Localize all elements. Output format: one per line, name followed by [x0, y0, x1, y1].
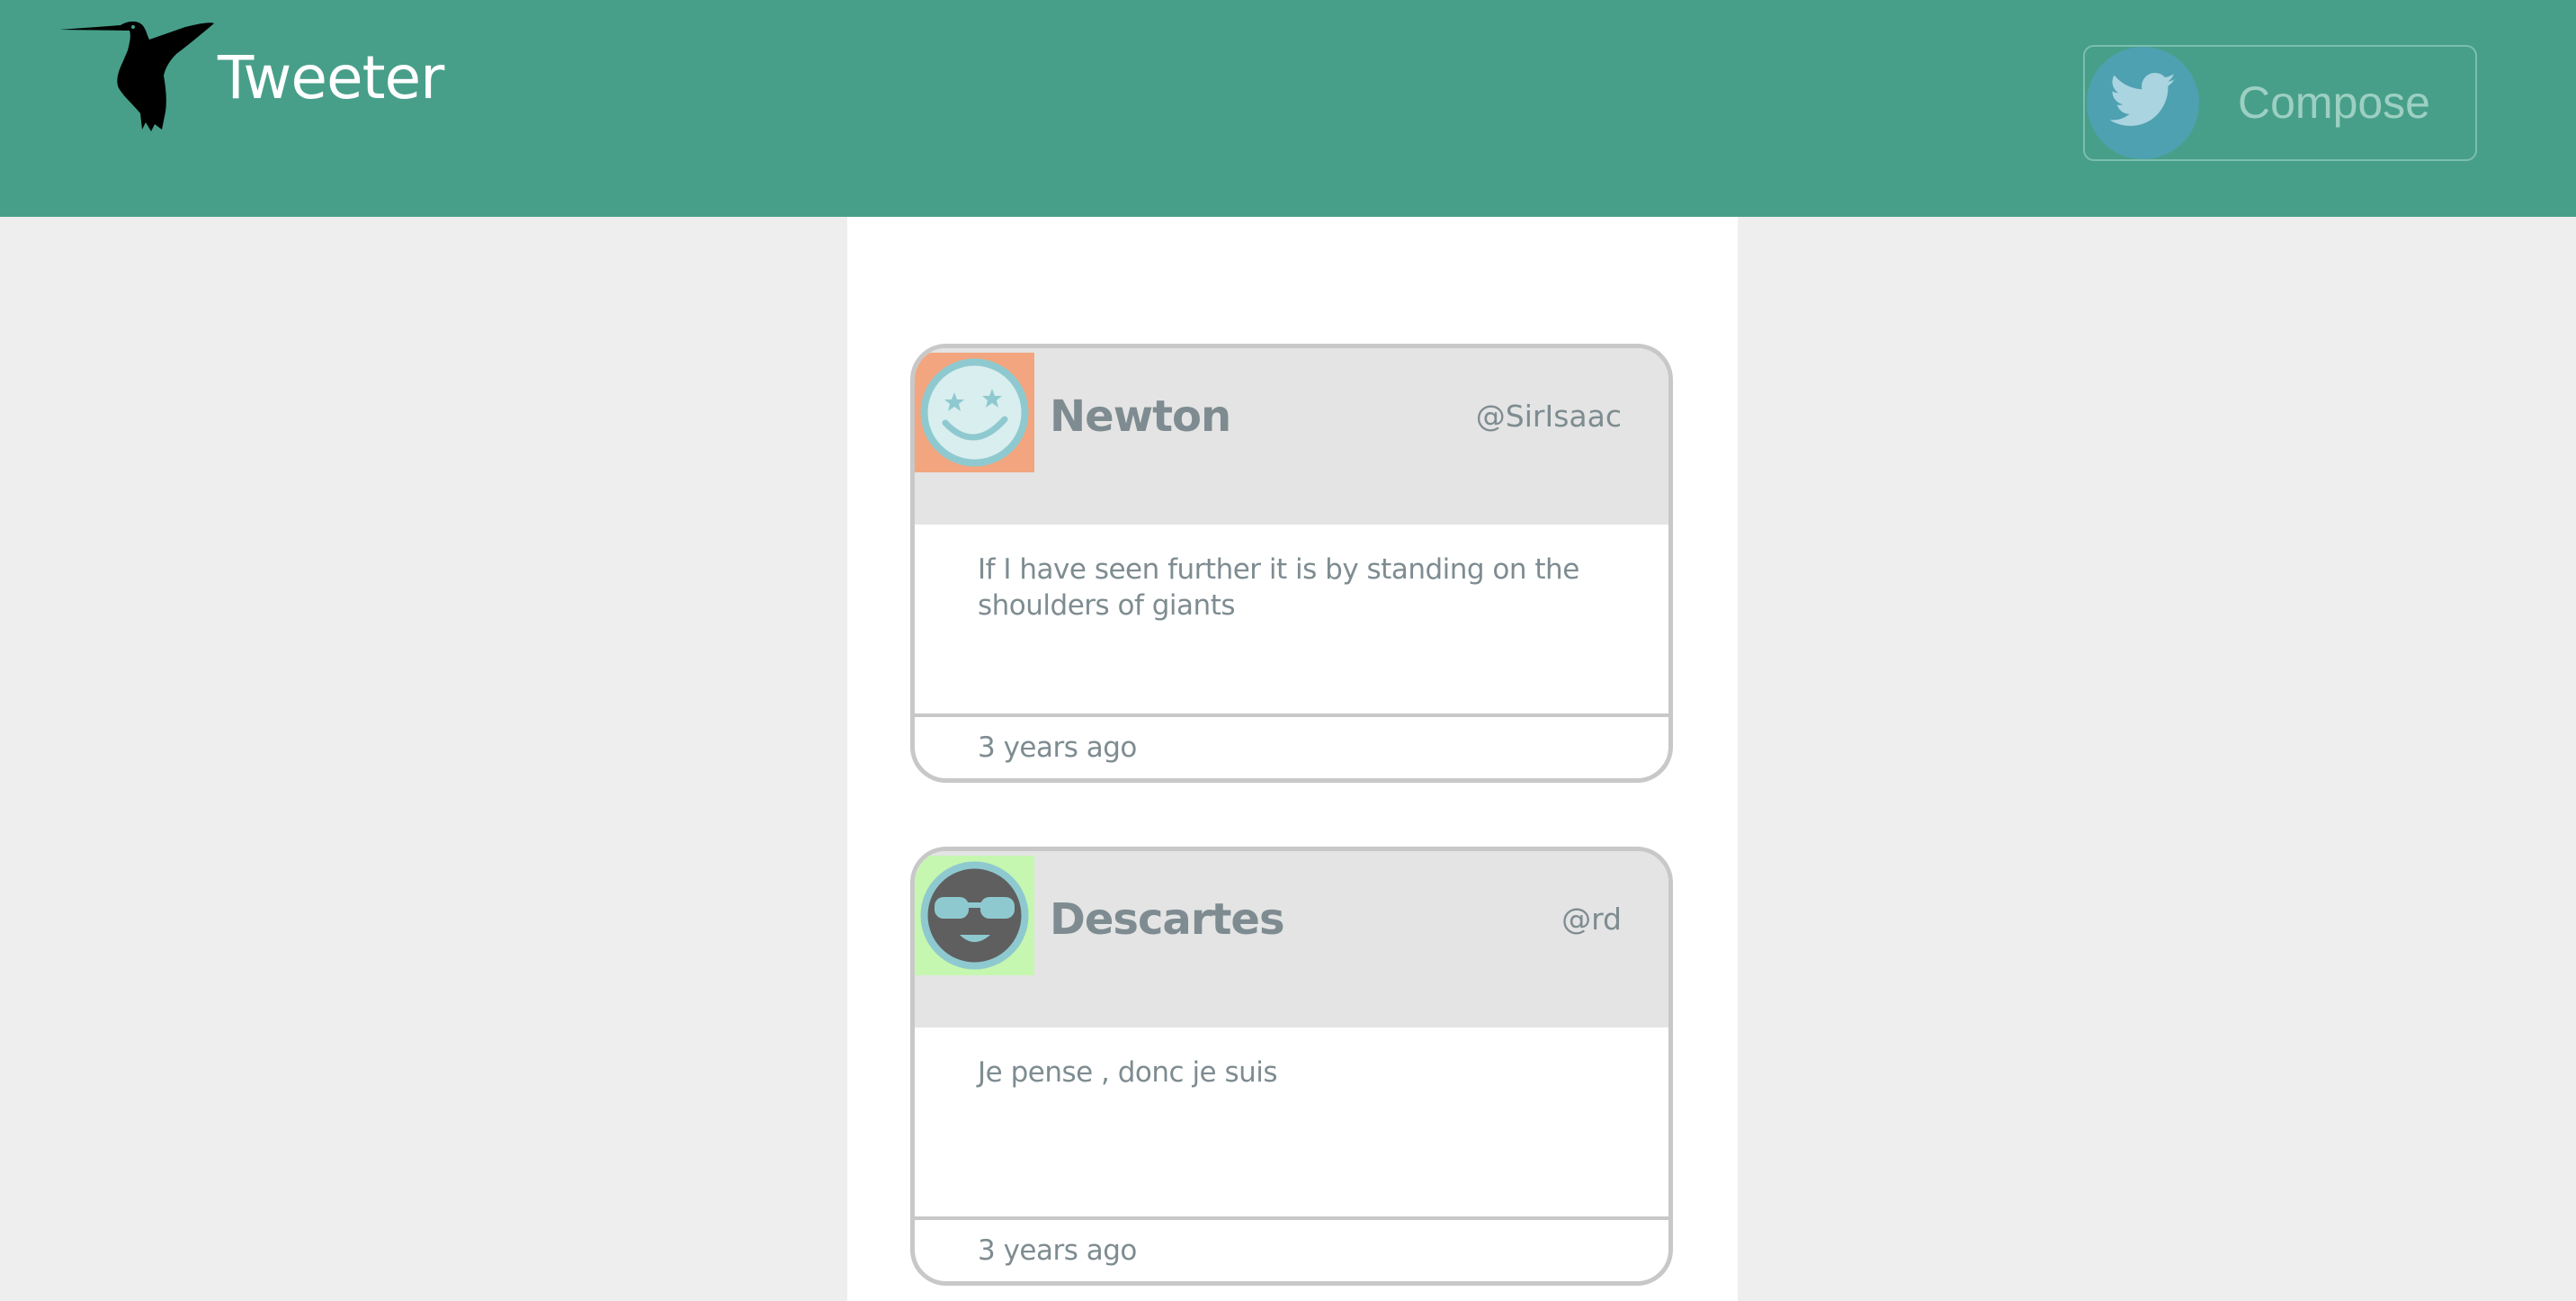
top-nav: Tweeter Compose	[0, 0, 2576, 217]
tweet-author-handle[interactable]: @rd	[1561, 898, 1622, 941]
compose-button[interactable]: Compose	[2083, 45, 2477, 161]
tweet-timestamp: 3 years ago	[978, 731, 1137, 764]
sunglasses-smiley-icon	[915, 856, 1034, 975]
tweet-card: Newton @SirIsaac If I have seen further …	[910, 344, 1673, 783]
tweet-text: If I have seen further it is by standing…	[978, 553, 1579, 622]
tweet-timestamp: 3 years ago	[978, 1234, 1137, 1267]
twitter-bird-icon	[2087, 47, 2199, 159]
tweet-author-handle[interactable]: @SirIsaac	[1476, 395, 1622, 438]
tweet-header: Newton @SirIsaac	[915, 348, 1668, 525]
tweet-footer: 3 years ago	[915, 713, 1668, 778]
tweet-author-name[interactable]: Descartes	[1050, 891, 1285, 948]
tweet-card: Descartes @rd Je pense , donc je suis 3 …	[910, 847, 1673, 1286]
tweet-author-name[interactable]: Newton	[1050, 388, 1231, 445]
tweet-feed: Newton @SirIsaac If I have seen further …	[847, 217, 1738, 1301]
tweet-header: Descartes @rd	[915, 851, 1668, 1027]
hummingbird-icon	[59, 18, 218, 132]
tweet-text: Je pense , donc je suis	[978, 1056, 1278, 1089]
star-eyes-smiley-icon	[915, 353, 1034, 472]
brand-title[interactable]: Tweeter	[218, 36, 444, 121]
compose-label: Compose	[2238, 77, 2430, 128]
tweet-footer: 3 years ago	[915, 1216, 1668, 1281]
